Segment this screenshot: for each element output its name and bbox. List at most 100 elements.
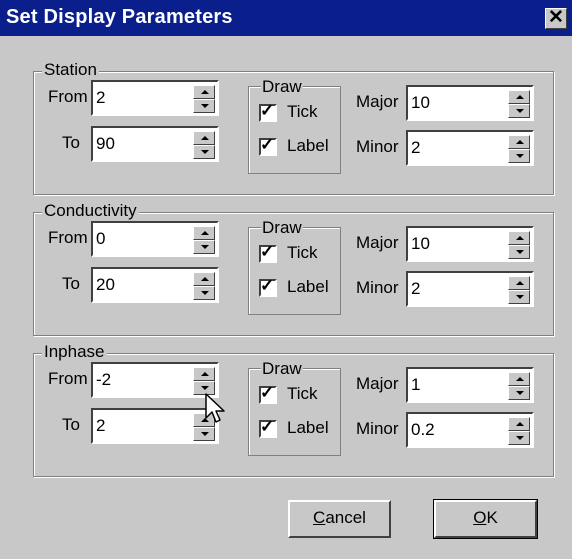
dialog-title: Set Display Parameters [6,6,233,28]
inphase-draw-group: Draw ✓ Tick ✓ Label [248,359,341,456]
inphase-minor-field[interactable]: 0.2 [406,412,534,448]
draw-label: Draw [261,218,303,238]
spin-down-icon[interactable] [508,245,530,259]
station-from-field[interactable]: 2 [91,80,219,116]
station-from-value: 2 [96,88,106,107]
conductivity-to-field[interactable]: 20 [91,267,219,303]
station-tick-checkbox[interactable]: ✓ [259,101,277,122]
inphase-label-checkbox[interactable]: ✓ [259,417,277,438]
spin-up-icon[interactable] [193,131,215,145]
from-label: From [48,87,88,106]
station-from-spinner[interactable] [193,85,215,113]
spin-down-icon[interactable] [193,99,215,113]
conductivity-to-value: 20 [96,275,115,294]
close-button[interactable]: ✕ [545,8,567,29]
station-major-field[interactable]: 10 [406,85,534,121]
inphase-minor-value: 0.2 [411,420,435,439]
spin-up-icon[interactable] [508,90,530,104]
conductivity-from-spinner[interactable] [193,226,215,254]
minor-label: Minor [356,137,399,156]
major-label: Major [356,92,399,111]
spin-up-icon[interactable] [508,276,530,290]
spin-up-icon[interactable] [193,85,215,99]
inphase-from-field[interactable]: -2 [91,362,219,398]
close-icon: ✕ [548,7,564,28]
spin-up-icon[interactable] [193,226,215,240]
station-to-value: 90 [96,134,115,153]
to-label: To [62,415,80,434]
check-icon: ✓ [260,417,275,436]
from-label: From [48,228,88,247]
draw-label: Draw [261,359,303,379]
conductivity-minor-value: 2 [411,279,421,298]
check-icon: ✓ [260,276,275,295]
conductivity-major-value: 10 [411,234,430,253]
conductivity-major-spinner[interactable] [508,231,530,259]
inphase-minor-spinner[interactable] [508,417,530,445]
to-label: To [62,133,80,152]
spin-up-icon[interactable] [508,417,530,431]
group-title: Station [42,60,99,80]
spin-down-icon[interactable] [193,240,215,254]
inphase-to-value: 2 [96,416,106,435]
from-label: From [48,369,88,388]
major-label: Major [356,374,399,393]
tick-label: Tick [287,384,318,403]
check-icon: ✓ [260,383,275,402]
spin-up-icon[interactable] [508,135,530,149]
conductivity-to-spinner[interactable] [193,272,215,300]
check-icon: ✓ [260,242,275,261]
draw-label: Draw [261,77,303,97]
spin-down-icon[interactable] [508,290,530,304]
spin-up-icon[interactable] [193,367,215,381]
spin-down-icon[interactable] [508,149,530,163]
mouse-pointer-icon [205,393,225,423]
ok-button[interactable]: OK [433,499,538,539]
check-icon: ✓ [260,101,275,120]
spin-down-icon[interactable] [508,431,530,445]
conductivity-tick-checkbox[interactable]: ✓ [259,242,277,263]
conductivity-major-field[interactable]: 10 [406,226,534,262]
spin-down-icon[interactable] [508,104,530,118]
spin-down-icon[interactable] [193,286,215,300]
conductivity-minor-field[interactable]: 2 [406,271,534,307]
set-display-parameters-dialog: Set Display Parameters ✕ Station Conduct… [0,0,572,559]
major-label: Major [356,233,399,252]
conductivity-label-checkbox[interactable]: ✓ [259,276,277,297]
inphase-major-spinner[interactable] [508,372,530,400]
conductivity-draw-group: Draw ✓ Tick ✓ Label [248,218,341,315]
conductivity-minor-spinner[interactable] [508,276,530,304]
station-draw-group: Draw ✓ Tick ✓ Label [248,77,341,174]
group-title: Conductivity [42,201,139,221]
station-label-checkbox[interactable]: ✓ [259,135,277,156]
inphase-major-value: 1 [411,375,421,394]
station-minor-value: 2 [411,138,421,157]
conductivity-from-field[interactable]: 0 [91,221,219,257]
spin-up-icon[interactable] [193,272,215,286]
spin-down-icon[interactable] [508,386,530,400]
spin-up-icon[interactable] [508,372,530,386]
inphase-tick-checkbox[interactable]: ✓ [259,383,277,404]
inphase-from-value: -2 [96,370,112,389]
conductivity-from-value: 0 [96,229,106,248]
inphase-from-spinner[interactable] [193,367,215,395]
cancel-button[interactable]: Cancel [288,500,391,538]
spin-up-icon[interactable] [508,231,530,245]
tick-label: Tick [287,243,318,262]
inphase-to-field[interactable]: 2 [91,408,219,444]
station-minor-field[interactable]: 2 [406,130,534,166]
station-major-value: 10 [411,93,430,112]
minor-label: Minor [356,419,399,438]
label-label: Label [287,277,329,296]
spin-down-icon[interactable] [193,427,215,441]
group-title: Inphase [42,342,107,362]
station-to-field[interactable]: 90 [91,126,219,162]
station-minor-spinner[interactable] [508,135,530,163]
station-to-spinner[interactable] [193,131,215,159]
to-label: To [62,274,80,293]
inphase-major-field[interactable]: 1 [406,367,534,403]
tick-label: Tick [287,102,318,121]
station-major-spinner[interactable] [508,90,530,118]
title-bar[interactable]: Set Display Parameters ✕ [0,0,572,36]
spin-down-icon[interactable] [193,145,215,159]
